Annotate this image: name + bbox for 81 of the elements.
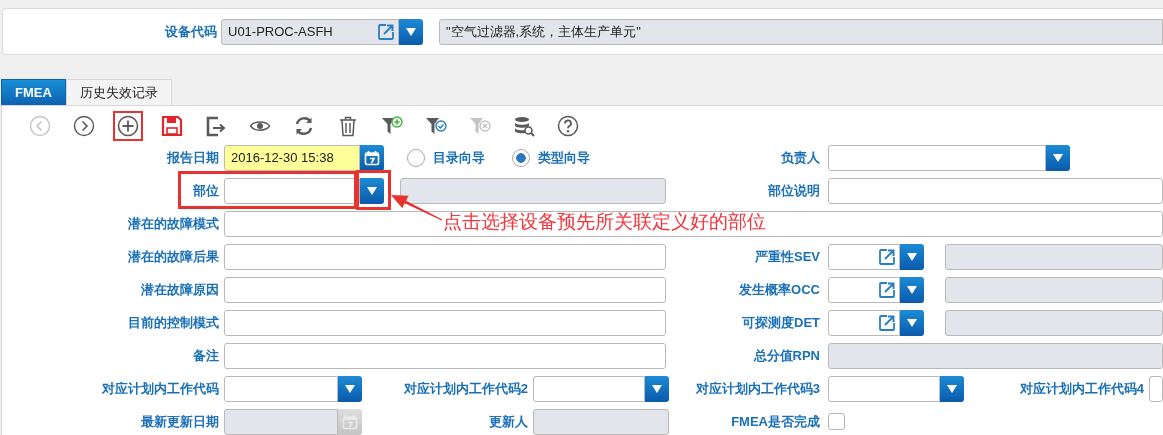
arrow-box-icon[interactable] [377, 22, 395, 41]
description-field: "空气过滤器,系统，主体生产单元" [439, 18, 1163, 45]
annotation-text: 点击选择设备预先所关联定义好的部位 [443, 210, 766, 234]
text-field[interactable] [224, 243, 666, 270]
text-field[interactable] [224, 276, 666, 303]
dropdown-button[interactable] [900, 243, 924, 270]
dropdown-button[interactable] [940, 375, 964, 402]
dropdown-field[interactable] [224, 375, 338, 402]
filter-plus-icon[interactable] [381, 115, 403, 137]
text-field[interactable] [224, 342, 666, 369]
field-label: 对应计划内工作代码 [101, 379, 220, 398]
dropdown-button[interactable] [900, 276, 924, 303]
caret-icon [906, 251, 918, 262]
dropdown-button[interactable] [1046, 144, 1070, 171]
calendar-icon [364, 149, 380, 166]
tab[interactable]: FMEA [1, 79, 66, 105]
field-label: 对应计划内工作代码2 [402, 379, 529, 398]
arrow-box-icon[interactable] [878, 247, 896, 266]
field-label: 潜在的故障模式 [127, 214, 220, 233]
radio-button[interactable] [407, 148, 425, 167]
database-search-icon[interactable] [513, 115, 535, 137]
caret-icon [366, 185, 378, 196]
checkbox[interactable] [828, 413, 845, 430]
caret-icon [405, 26, 417, 37]
chevron-right-icon[interactable] [73, 115, 95, 137]
field-label: 发生概率OCC [738, 280, 821, 299]
tab[interactable]: 历史失效记录 [65, 79, 172, 105]
field-label: 设备代码 [164, 22, 218, 41]
refresh-icon[interactable] [293, 115, 315, 137]
calendar-icon [342, 413, 358, 430]
dropdown-field[interactable] [828, 375, 940, 402]
radio-button[interactable] [512, 148, 530, 167]
help-icon[interactable] [557, 115, 579, 137]
field-label: 潜在的故障后果 [127, 247, 220, 266]
caret-icon [1052, 152, 1064, 163]
dropdown-field[interactable] [224, 177, 360, 204]
lookup-field[interactable] [828, 276, 900, 303]
radio-label: 类型向导 [538, 148, 590, 167]
caret-icon [344, 383, 356, 394]
field-label: 更新人 [488, 412, 529, 431]
field-label: 负责人 [780, 148, 821, 167]
caret-icon [651, 383, 663, 394]
dropdown-field[interactable] [828, 144, 1046, 171]
field-label: 可探测度DET [741, 313, 821, 332]
caret-icon [946, 383, 958, 394]
dropdown-field[interactable] [533, 375, 645, 402]
lookup-field[interactable] [828, 309, 900, 336]
text-field[interactable] [828, 177, 1163, 204]
text-field[interactable] [224, 309, 666, 336]
dropdown-button[interactable] [360, 177, 384, 204]
date-field[interactable]: 2016-12-30 15:38 [224, 144, 360, 171]
calendar-button[interactable] [360, 144, 384, 171]
field-label: 严重性SEV [754, 247, 821, 266]
field-label: 备注 [192, 346, 220, 365]
pointer-arrow [391, 195, 443, 221]
caret-icon [906, 317, 918, 328]
arrow-box-icon[interactable] [878, 313, 896, 332]
field-label: 部位说明 [767, 181, 821, 200]
field-label: 报告日期 [165, 148, 220, 167]
filter-check-icon[interactable] [425, 115, 447, 137]
field-label: 对应计划内工作代码3 [694, 379, 821, 398]
dropdown-button[interactable] [900, 309, 924, 336]
field-label: FMEA是否完成 [730, 412, 821, 431]
lookup-field[interactable] [828, 243, 900, 270]
arrow-box-icon[interactable] [878, 280, 896, 299]
field-label: 部位 [192, 181, 220, 200]
field-label: 对应计划内工作代码4 [1018, 379, 1145, 398]
text-field[interactable] [1149, 375, 1163, 402]
caret-icon [906, 284, 918, 295]
field-label: 潜在故障原因 [140, 280, 220, 299]
field-label: 总分值RPN [752, 346, 821, 365]
dropdown-button[interactable] [399, 18, 423, 45]
field-label: 目前的控制模式 [127, 313, 220, 332]
export-icon[interactable] [205, 115, 227, 137]
dropdown-button[interactable] [645, 375, 669, 402]
field-label: 最新更新日期 [140, 412, 220, 431]
code-field[interactable]: U01-PROC-ASFH [221, 18, 399, 45]
trash-icon[interactable] [337, 115, 359, 137]
dropdown-button[interactable] [338, 375, 362, 402]
radio-label: 目录向导 [433, 148, 485, 167]
text-field[interactable] [224, 210, 1163, 237]
